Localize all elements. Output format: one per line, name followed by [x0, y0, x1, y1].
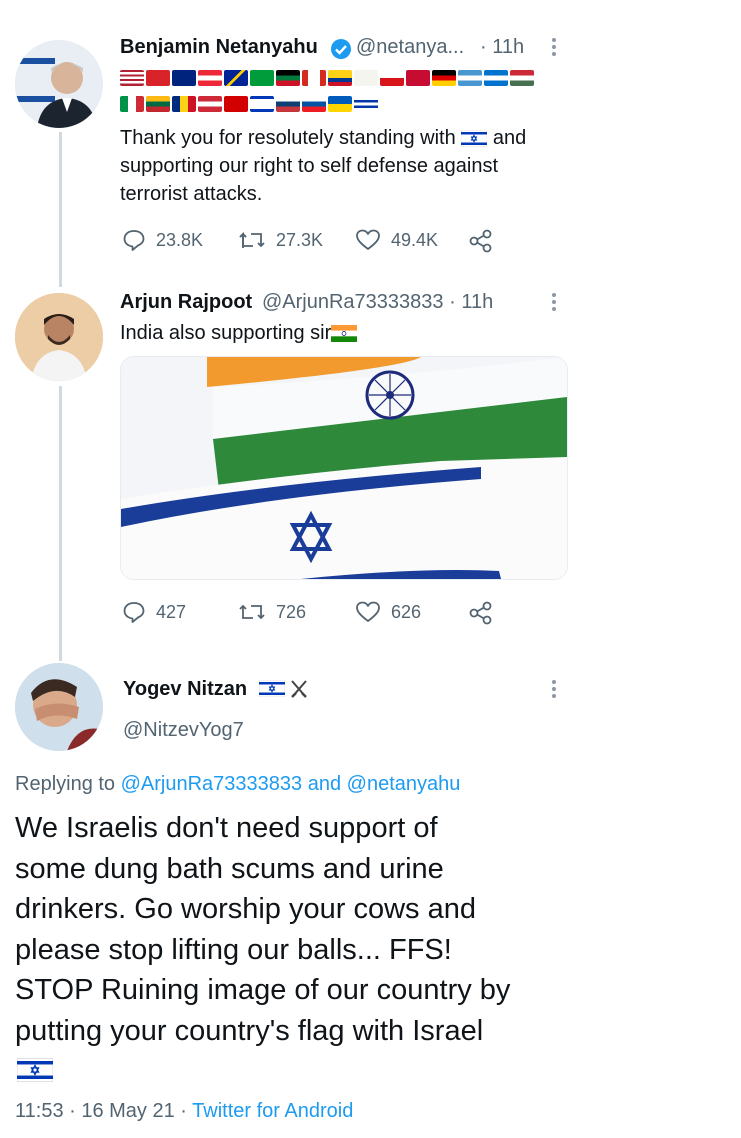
- client-link[interactable]: Twitter for Android: [192, 1100, 353, 1122]
- thread-line: [59, 132, 62, 287]
- israel-flag: [17, 1058, 53, 1082]
- retweet-icon: [239, 231, 265, 248]
- mention-link[interactable]: @ArjunRa73333833: [121, 773, 303, 795]
- like-icon: [356, 601, 380, 622]
- like-button[interactable]: 49.4K: [355, 228, 438, 252]
- author-handle[interactable]: @ArjunRa73333833 · 11h: [262, 291, 493, 314]
- retweet-count: 27.3K: [276, 229, 324, 250]
- avatar[interactable]: [15, 663, 103, 751]
- thread-line: [59, 386, 62, 661]
- india-flag: [331, 325, 358, 343]
- retweet-icon: [239, 604, 265, 620]
- retweet-button[interactable]: 726: [238, 600, 306, 624]
- flag-row: [120, 70, 534, 86]
- avatar[interactable]: [15, 40, 103, 128]
- author-name[interactable]: Yogev Nitzan: [123, 678, 247, 701]
- retweet-button[interactable]: 27.3K: [238, 228, 323, 252]
- tweet-text: India also supporting sir: [120, 319, 358, 347]
- more-icon[interactable]: [552, 680, 558, 698]
- reply-button[interactable]: 23.8K: [122, 228, 203, 252]
- author-name[interactable]: Arjun Rajpoot: [120, 291, 252, 314]
- tweet-text: Thank you for resolutely standing with a…: [120, 127, 527, 205]
- share-icon[interactable]: [468, 229, 494, 253]
- share-icon[interactable]: [468, 601, 494, 625]
- tweet-timestamp: 11:53 · 16 May 21 · Twitter for Android: [15, 1100, 354, 1122]
- reply-count: 427: [156, 601, 187, 622]
- crossed-swords-icon: [291, 680, 307, 698]
- like-count: 49.4K: [391, 229, 439, 250]
- mention-link[interactable]: @netanyahu: [347, 773, 461, 795]
- israel-flag: [259, 680, 285, 697]
- author-handle[interactable]: @netanya...: [356, 36, 464, 59]
- verified-icon: [331, 39, 351, 59]
- reply-count: 23.8K: [156, 229, 204, 250]
- like-button[interactable]: 626: [355, 600, 421, 624]
- tweet-image[interactable]: [120, 356, 568, 580]
- tweet-time[interactable]: · 11h: [480, 36, 524, 59]
- like-count: 626: [391, 601, 422, 622]
- israel-flag: [461, 130, 488, 148]
- more-icon[interactable]: [552, 38, 558, 56]
- like-icon: [356, 229, 380, 250]
- retweet-count: 726: [276, 601, 307, 622]
- reply-icon: [123, 230, 145, 251]
- author-name[interactable]: Benjamin Netanyahu: [120, 36, 318, 59]
- tweet-text: We Israelis don't need support of some d…: [15, 812, 511, 1047]
- author-handle[interactable]: @NitzevYog7: [123, 719, 244, 742]
- flag-row: [120, 96, 378, 112]
- more-icon[interactable]: [552, 293, 558, 311]
- replying-to: Replying to @ArjunRa73333833 and @netany…: [15, 773, 461, 795]
- reply-icon: [123, 602, 145, 623]
- avatar[interactable]: [15, 293, 103, 381]
- reply-button[interactable]: 427: [122, 600, 186, 624]
